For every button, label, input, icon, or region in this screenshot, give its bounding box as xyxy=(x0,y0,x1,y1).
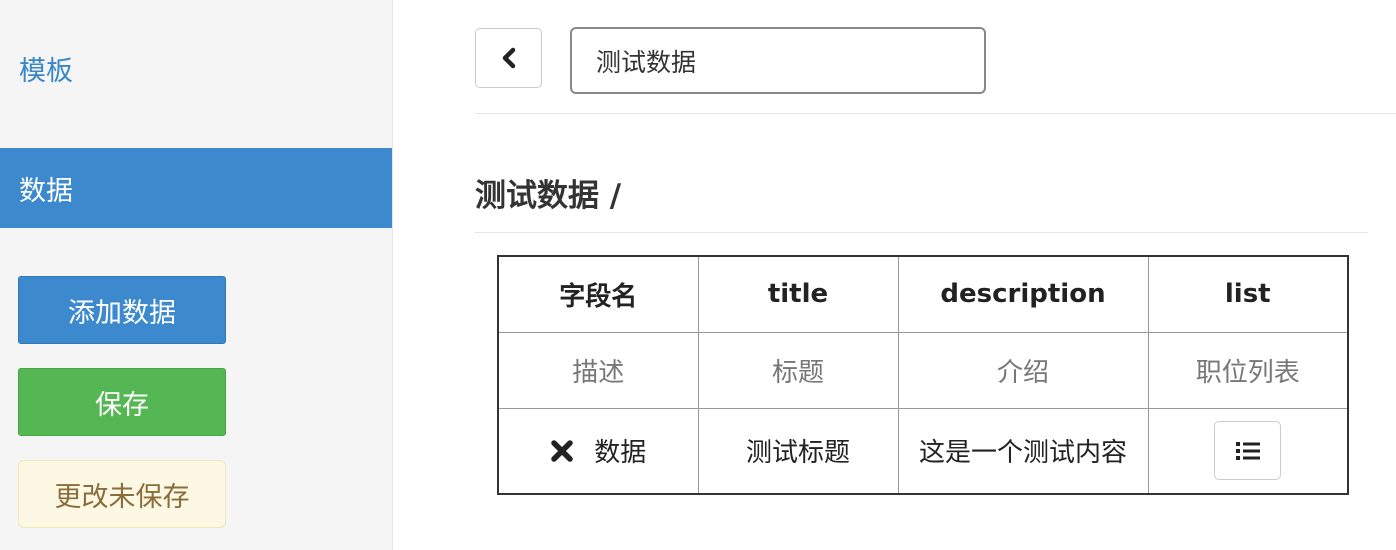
sidebar-item-label: 模板 xyxy=(19,55,73,87)
title-value-cell[interactable]: 测试标题 xyxy=(697,407,899,495)
page-title: 测试数据 / xyxy=(475,178,622,214)
unsaved-changes-label: 更改未保存 xyxy=(54,481,190,513)
data-name-input[interactable] xyxy=(570,27,986,94)
sidebar-item-data[interactable]: 数据 xyxy=(0,148,392,228)
field-description-cell: 职位列表 xyxy=(1147,331,1349,409)
column-header-description: description xyxy=(897,255,1149,333)
back-button[interactable] xyxy=(475,28,542,88)
sidebar-item-template[interactable]: 模板 xyxy=(0,28,392,108)
description-value-cell[interactable]: 这是一个测试内容 xyxy=(897,407,1149,495)
list-icon xyxy=(1235,441,1260,460)
column-header-title: title xyxy=(697,255,899,333)
save-button[interactable]: 保存 xyxy=(18,368,226,436)
sidebar: 模板 数据 添加数据 保存 更改未保存 xyxy=(0,0,393,550)
table-row: 数据 测试标题 这是一个测试内容 xyxy=(497,407,1349,495)
field-description-cell: 描述 xyxy=(497,331,699,409)
unsaved-changes-badge: 更改未保存 xyxy=(18,460,226,528)
row-label: 数据 xyxy=(594,438,647,468)
chevron-left-icon xyxy=(502,47,515,69)
field-description-cell: 介绍 xyxy=(897,331,1149,409)
divider xyxy=(475,232,1368,233)
field-description-cell: 标题 xyxy=(697,331,899,409)
main-content: 测试数据 / 字段名 title description list 描述 标题 … xyxy=(393,0,1396,550)
data-table: 字段名 title description list 描述 标题 介绍 职位列表 xyxy=(497,255,1349,495)
column-header-list: list xyxy=(1147,255,1349,333)
divider xyxy=(475,113,1396,114)
edit-list-button[interactable] xyxy=(1214,421,1282,481)
table-header-row: 字段名 title description list xyxy=(497,255,1349,333)
sidebar-item-label: 数据 xyxy=(19,175,73,207)
save-button-label: 保存 xyxy=(95,389,149,421)
add-data-button-label: 添加数据 xyxy=(68,297,176,329)
column-header-field-name: 字段名 xyxy=(497,255,699,333)
close-icon[interactable] xyxy=(550,439,574,463)
list-value-cell xyxy=(1147,407,1349,495)
add-data-button[interactable]: 添加数据 xyxy=(18,276,226,344)
row-label-cell: 数据 xyxy=(497,407,699,495)
table-description-row: 描述 标题 介绍 职位列表 xyxy=(497,331,1349,409)
